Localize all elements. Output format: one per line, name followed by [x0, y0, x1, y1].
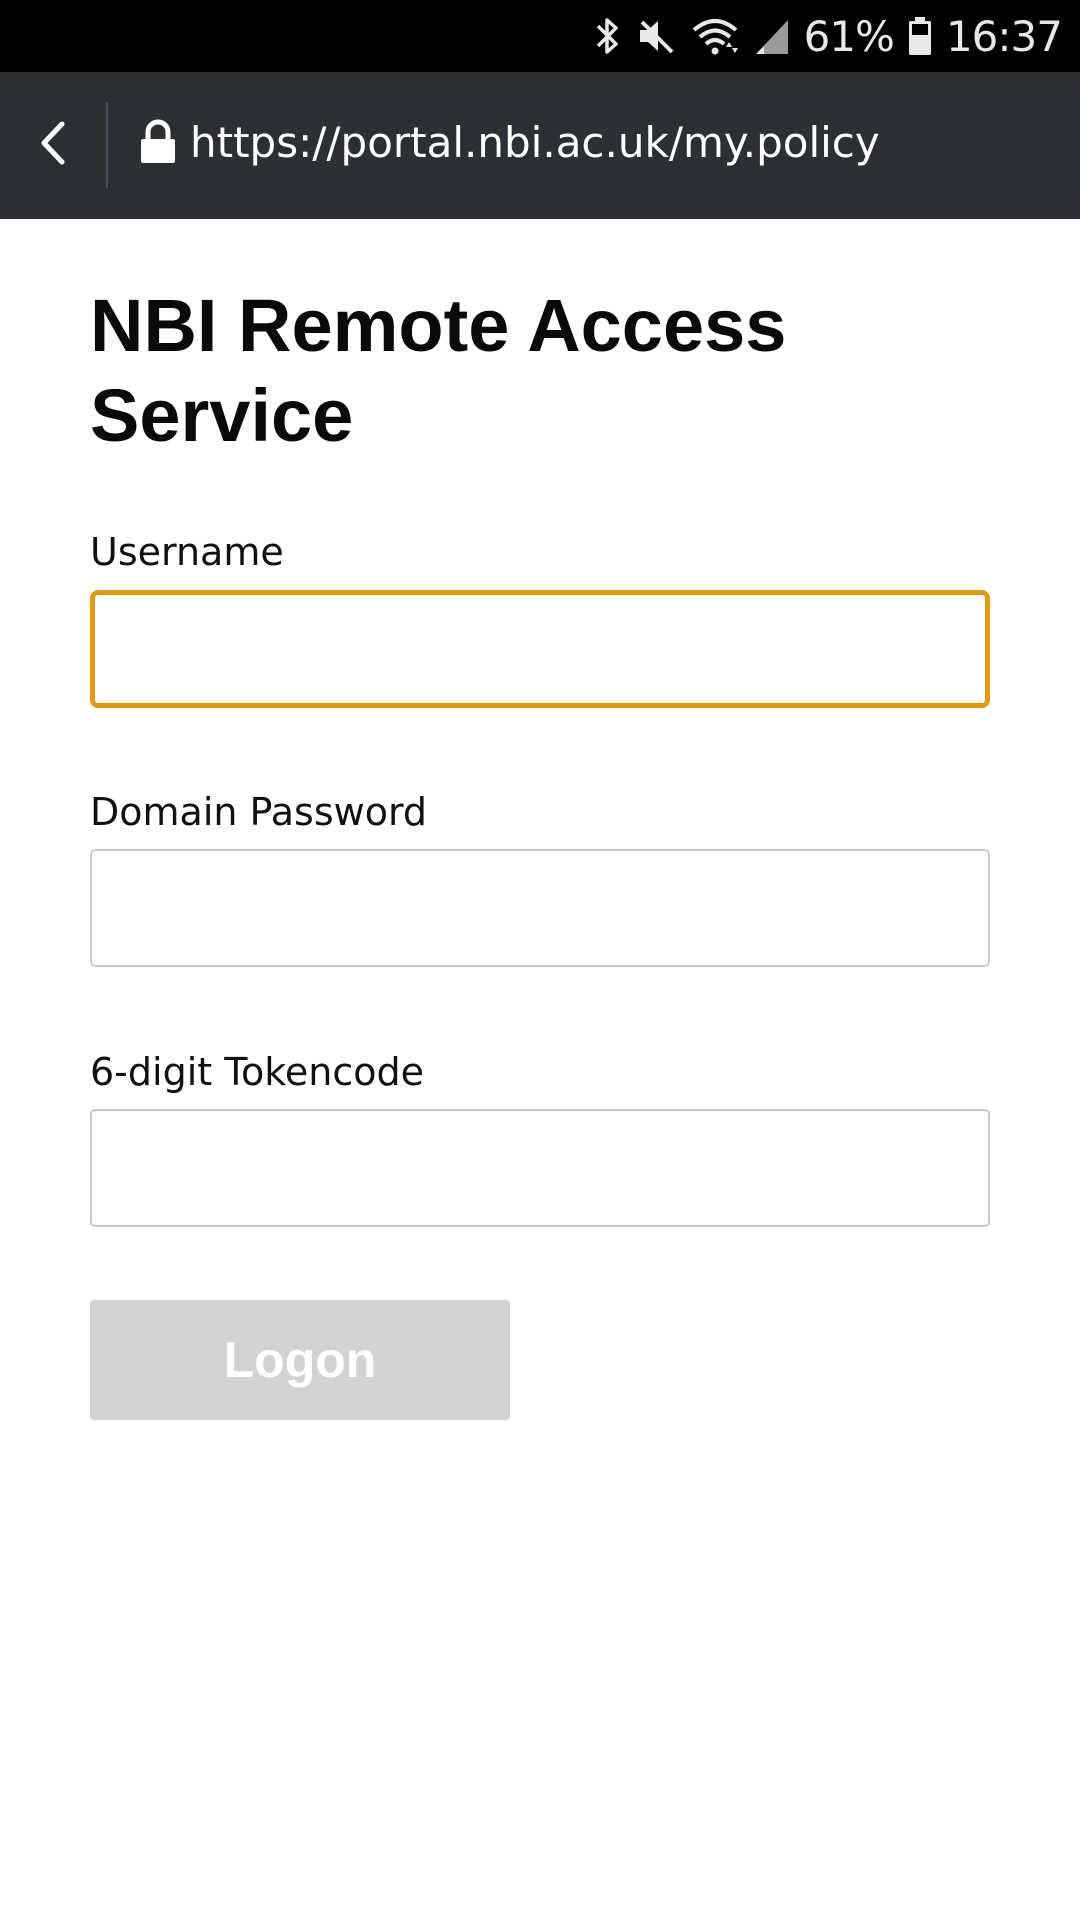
page-title: NBI Remote Access Service — [90, 284, 787, 457]
tokencode-label: 6-digit Tokencode — [90, 1050, 424, 1094]
url-divider — [106, 102, 108, 188]
username-input[interactable] — [90, 590, 990, 708]
status-icons: 61% 16:37 — [594, 0, 1063, 72]
page-content: NBI Remote Access Service Username Domai… — [0, 219, 1080, 1920]
lock-icon — [138, 118, 178, 166]
back-button[interactable] — [22, 112, 84, 178]
clock: 16:37 — [945, 11, 1063, 61]
battery-percent: 61% — [803, 11, 895, 61]
battery-icon — [908, 16, 932, 56]
logon-button[interactable]: Logon — [90, 1300, 510, 1420]
mute-icon — [636, 16, 676, 56]
password-label: Domain Password — [90, 790, 428, 834]
tokencode-input[interactable] — [90, 1109, 990, 1227]
status-bar: 61% 16:37 — [0, 0, 1080, 72]
back-arrow-icon — [38, 120, 68, 171]
password-input[interactable] — [90, 849, 990, 967]
bluetooth-icon — [594, 14, 622, 58]
wifi-icon — [690, 14, 740, 58]
signal-icon — [754, 16, 790, 56]
browser-url-bar: https://portal.nbi.ac.uk/my.policy — [0, 72, 1080, 219]
url-field[interactable]: https://portal.nbi.ac.uk/my.policy — [190, 118, 880, 167]
username-label: Username — [90, 530, 284, 574]
